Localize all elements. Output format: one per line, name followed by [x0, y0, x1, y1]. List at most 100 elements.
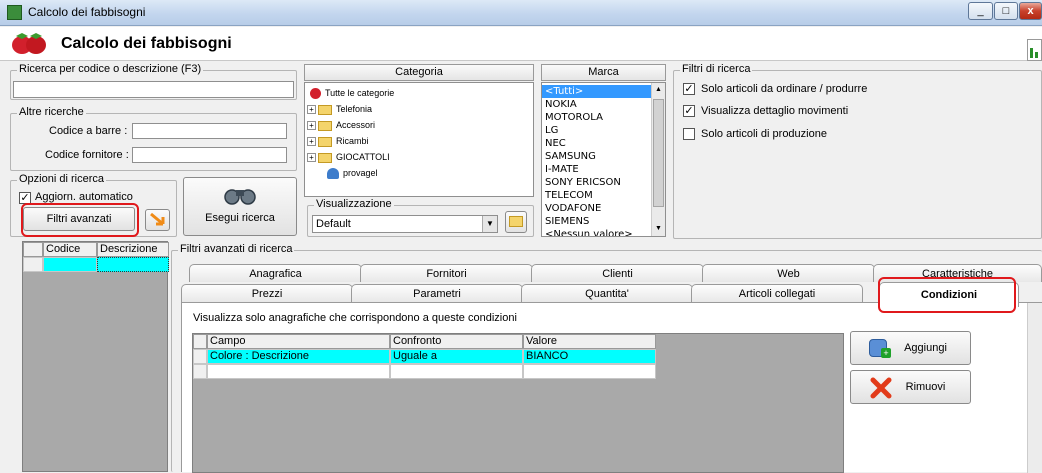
- brand-scrollbar[interactable]: ▲ ▼: [651, 83, 665, 236]
- category-tree[interactable]: Tutte le categorie + Telefonia + Accessori…: [304, 82, 534, 197]
- minimize-button[interactable]: _: [968, 2, 993, 20]
- view-select[interactable]: Default ▼: [312, 215, 498, 233]
- only-production-checkbox[interactable]: [683, 128, 695, 140]
- col-header-code[interactable]: Codice: [43, 242, 97, 257]
- barcode-input[interactable]: [132, 123, 287, 139]
- brand-list-item[interactable]: NEC: [542, 137, 652, 150]
- search-input[interactable]: [13, 81, 294, 98]
- barcode-label: Codice a barre :: [49, 125, 128, 137]
- expand-icon[interactable]: +: [307, 121, 316, 131]
- panel-scrollbar[interactable]: [1027, 303, 1042, 473]
- folder-icon: [318, 136, 332, 147]
- chart-icon: [1027, 39, 1042, 61]
- add-condition-label: Aggiungi: [904, 342, 947, 354]
- remove-condition-label: Rimuovi: [905, 381, 946, 393]
- chevron-down-icon[interactable]: ▼: [482, 216, 497, 232]
- advanced-filters-highlight: [21, 203, 139, 237]
- grid-cell-description[interactable]: [97, 257, 169, 272]
- scroll-thumb[interactable]: [653, 99, 664, 207]
- add-condition-button[interactable]: + Aggiungi: [850, 331, 971, 365]
- tree-item-provagel[interactable]: provagel: [327, 165, 378, 181]
- tab-articoli-collegati[interactable]: Articoli collegati: [691, 284, 863, 302]
- view-legend: Visualizzazione: [314, 198, 394, 210]
- folder-icon: [318, 152, 332, 163]
- tree-item-ricambi[interactable]: + Ricambi: [307, 133, 369, 149]
- window-title-bar[interactable]: Calcolo dei fabbisogni _ □ x: [0, 0, 1042, 26]
- remove-x-icon: [870, 377, 892, 399]
- row-indicator[interactable]: [193, 364, 207, 379]
- arrow-button[interactable]: [145, 209, 170, 231]
- conditions-description: Visualizza solo anagrafiche che corrispo…: [193, 312, 517, 324]
- condition-cell-field[interactable]: Colore : Descrizione: [207, 349, 390, 364]
- expand-icon[interactable]: +: [307, 153, 316, 163]
- tree-item-telefonia[interactable]: + Telefonia: [307, 101, 372, 117]
- condition-cell-empty[interactable]: [523, 364, 656, 379]
- folder-open-icon: [509, 216, 523, 227]
- brand-list-item[interactable]: I-MATE: [542, 163, 652, 176]
- col-header-confronto[interactable]: Confronto: [390, 334, 523, 349]
- search-group: Ricerca per codice o descrizione (F3): [10, 63, 297, 100]
- brand-list-item[interactable]: <Tutti>: [542, 85, 652, 98]
- row-indicator[interactable]: [23, 257, 43, 272]
- tree-item-accessori[interactable]: + Accessori: [307, 117, 375, 133]
- expand-icon[interactable]: +: [307, 105, 316, 115]
- brand-list-item[interactable]: TELECOM: [542, 189, 652, 202]
- row-indicator[interactable]: [193, 349, 207, 364]
- tab-clienti[interactable]: Clienti: [531, 264, 704, 282]
- brand-list-item[interactable]: MOTOROLA: [542, 111, 652, 124]
- binoculars-icon: [224, 189, 256, 205]
- results-grid[interactable]: Codice Descrizione: [22, 241, 169, 472]
- brand-list-item[interactable]: <Nessun valore>: [542, 228, 652, 236]
- advanced-legend: Filtri avanzati di ricerca: [178, 243, 295, 255]
- remove-condition-button[interactable]: Rimuovi: [850, 370, 971, 404]
- brand-list-item[interactable]: LG: [542, 124, 652, 137]
- close-button[interactable]: x: [1019, 2, 1042, 20]
- condition-cell-compare[interactable]: Uguale a: [390, 349, 523, 364]
- expand-icon[interactable]: +: [307, 137, 316, 147]
- brand-list-item[interactable]: VODAFONE: [542, 202, 652, 215]
- tree-item-all[interactable]: Tutte le categorie: [307, 85, 394, 101]
- tab-web[interactable]: Web: [702, 264, 875, 282]
- orange-arrow-icon: [149, 212, 164, 226]
- col-header-campo[interactable]: Campo: [207, 334, 390, 349]
- scroll-up-arrow[interactable]: ▲: [652, 83, 665, 97]
- condition-cell-empty[interactable]: [207, 364, 390, 379]
- tab-fornitori[interactable]: Fornitori: [360, 264, 533, 282]
- show-movement-details-checkbox[interactable]: ✓: [683, 105, 695, 117]
- strawberry-icon: [12, 33, 46, 54]
- tab-anagrafica[interactable]: Anagrafica: [189, 264, 362, 282]
- brand-list[interactable]: <Tutti> NOKIA MOTOROLA LG NEC SAMSUNG I-MATE SO…: [541, 82, 666, 237]
- folder-icon: [318, 120, 332, 131]
- supplier-code-label: Codice fornitore :: [45, 149, 129, 161]
- maximize-button[interactable]: □: [994, 2, 1018, 20]
- window-title: Calcolo dei fabbisogni: [28, 5, 146, 19]
- grid-row-header: [193, 334, 207, 349]
- conditions-panel: Visualizza solo anagrafiche che corrispo…: [181, 302, 1042, 473]
- only-production-label: Solo articoli di produzione: [701, 128, 827, 140]
- brand-header: Marca: [541, 64, 666, 81]
- auto-update-label: Aggiorn. automatico: [35, 191, 133, 203]
- condition-cell-empty[interactable]: [390, 364, 523, 379]
- only-to-order-checkbox[interactable]: ✓: [683, 83, 695, 95]
- tab-quantita[interactable]: Quantita': [521, 284, 693, 302]
- brand-list-item[interactable]: SONY ERICSON: [542, 176, 652, 189]
- condition-cell-value[interactable]: BIANCO: [523, 349, 656, 364]
- user-node-icon: [327, 168, 339, 180]
- brand-list-item[interactable]: SIEMENS: [542, 215, 652, 228]
- supplier-code-input[interactable]: [132, 147, 287, 163]
- run-search-button[interactable]: Esegui ricerca: [183, 177, 297, 236]
- brand-list-item[interactable]: SAMSUNG: [542, 150, 652, 163]
- tab-parametri[interactable]: Parametri: [351, 284, 523, 302]
- brand-list-item[interactable]: NOKIA: [542, 98, 652, 111]
- condizioni-tab-highlight: [878, 277, 1016, 313]
- other-search-legend: Altre ricerche: [17, 106, 86, 118]
- run-search-label: Esegui ricerca: [205, 212, 275, 224]
- scroll-down-arrow[interactable]: ▼: [652, 222, 665, 236]
- grid-cell-code[interactable]: [43, 257, 97, 272]
- col-header-description[interactable]: Descrizione: [97, 242, 169, 257]
- folder-open-button[interactable]: [505, 211, 527, 233]
- tab-prezzi[interactable]: Prezzi: [181, 284, 353, 302]
- conditions-grid[interactable]: Campo Confronto Valore Colore : Descrizi…: [192, 333, 844, 473]
- tree-item-giocattoli[interactable]: + GIOCATTOLI: [307, 149, 390, 165]
- col-header-valore[interactable]: Valore: [523, 334, 656, 349]
